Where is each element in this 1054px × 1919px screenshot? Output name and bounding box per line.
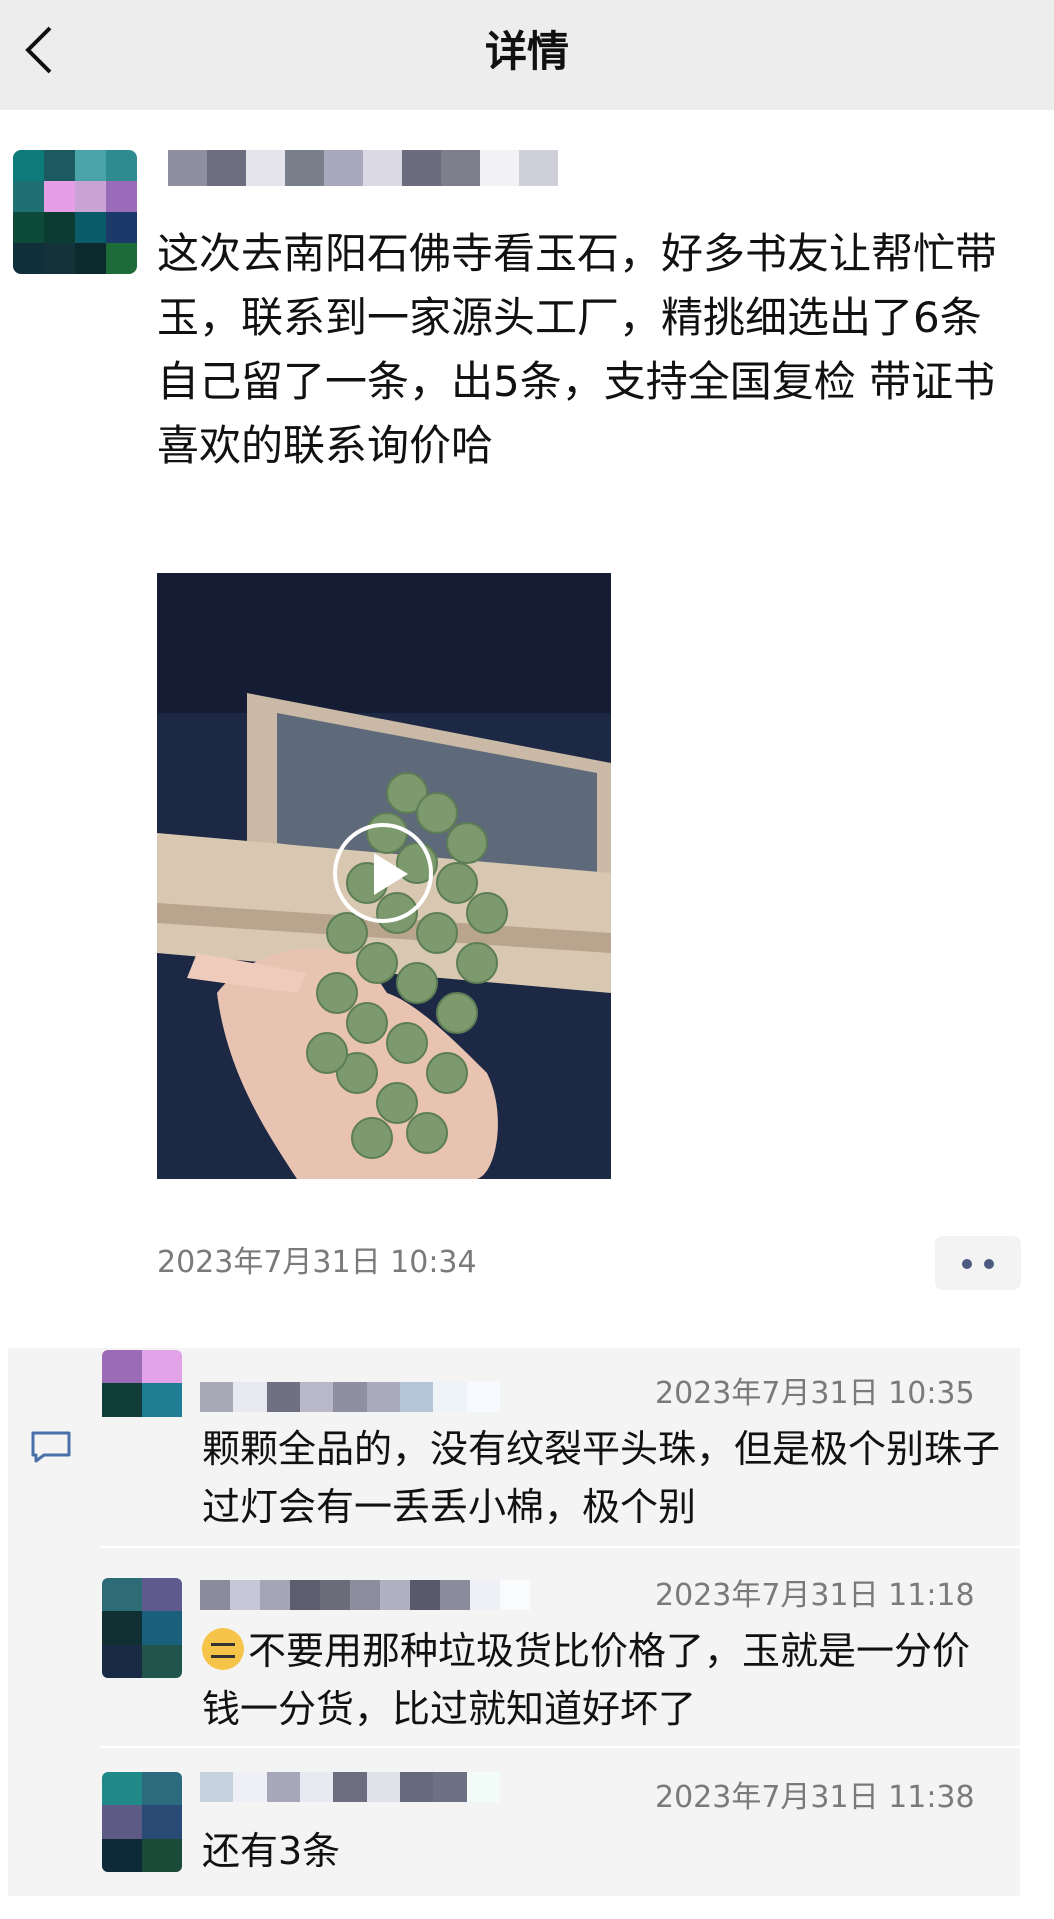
author-avatar[interactable] <box>13 150 137 274</box>
comment-timestamp: 2023年7月31日 11:18 <box>655 1578 975 1613</box>
page-title: 详情 <box>484 27 569 76</box>
commenter-name[interactable] <box>200 1580 530 1610</box>
dot-icon <box>962 1259 972 1269</box>
commenter-avatar[interactable] <box>102 1578 182 1678</box>
post-text: 这次去南阳石佛寺看玉石，好多书友让帮忙带玉，联系到一家源头工厂，精挑细选出了6条… <box>157 229 998 470</box>
comment-text: 不要用那种垃圾货比价格了，玉就是一分价钱一分货，比过就知道好坏了 <box>202 1622 1002 1738</box>
post-timestamp: 2023年7月31日 10:34 <box>157 1245 477 1280</box>
video-thumbnail[interactable] <box>157 573 611 1179</box>
commenter-avatar[interactable] <box>102 1350 182 1450</box>
play-icon[interactable] <box>333 823 433 923</box>
sweat-smile-emoji <box>202 1628 244 1670</box>
top-bar: 详情 <box>0 0 1054 110</box>
comment-timestamp: 2023年7月31日 10:35 <box>655 1376 975 1411</box>
comment-bubble-icon <box>31 1431 71 1463</box>
commenter-avatar[interactable] <box>102 1772 182 1872</box>
more-options-button[interactable] <box>935 1236 1021 1290</box>
comment-text: 颗颗全品的，没有纹裂平头珠，但是极个别珠子过灯会有一丢丢小棉，极个别 <box>202 1427 1001 1529</box>
author-name[interactable] <box>168 150 558 186</box>
commenter-name[interactable] <box>200 1772 500 1802</box>
commenter-name[interactable] <box>200 1382 500 1412</box>
comment-divider <box>100 1546 1020 1548</box>
comment-text: 还有3条 <box>202 1829 341 1873</box>
comment-text-body: 不要用那种垃圾货比价格了，玉就是一分价钱一分货，比过就知道好坏了 <box>202 1629 971 1731</box>
dot-icon <box>984 1259 994 1269</box>
comment-timestamp: 2023年7月31日 11:38 <box>655 1780 975 1815</box>
comment-divider <box>100 1746 1020 1748</box>
